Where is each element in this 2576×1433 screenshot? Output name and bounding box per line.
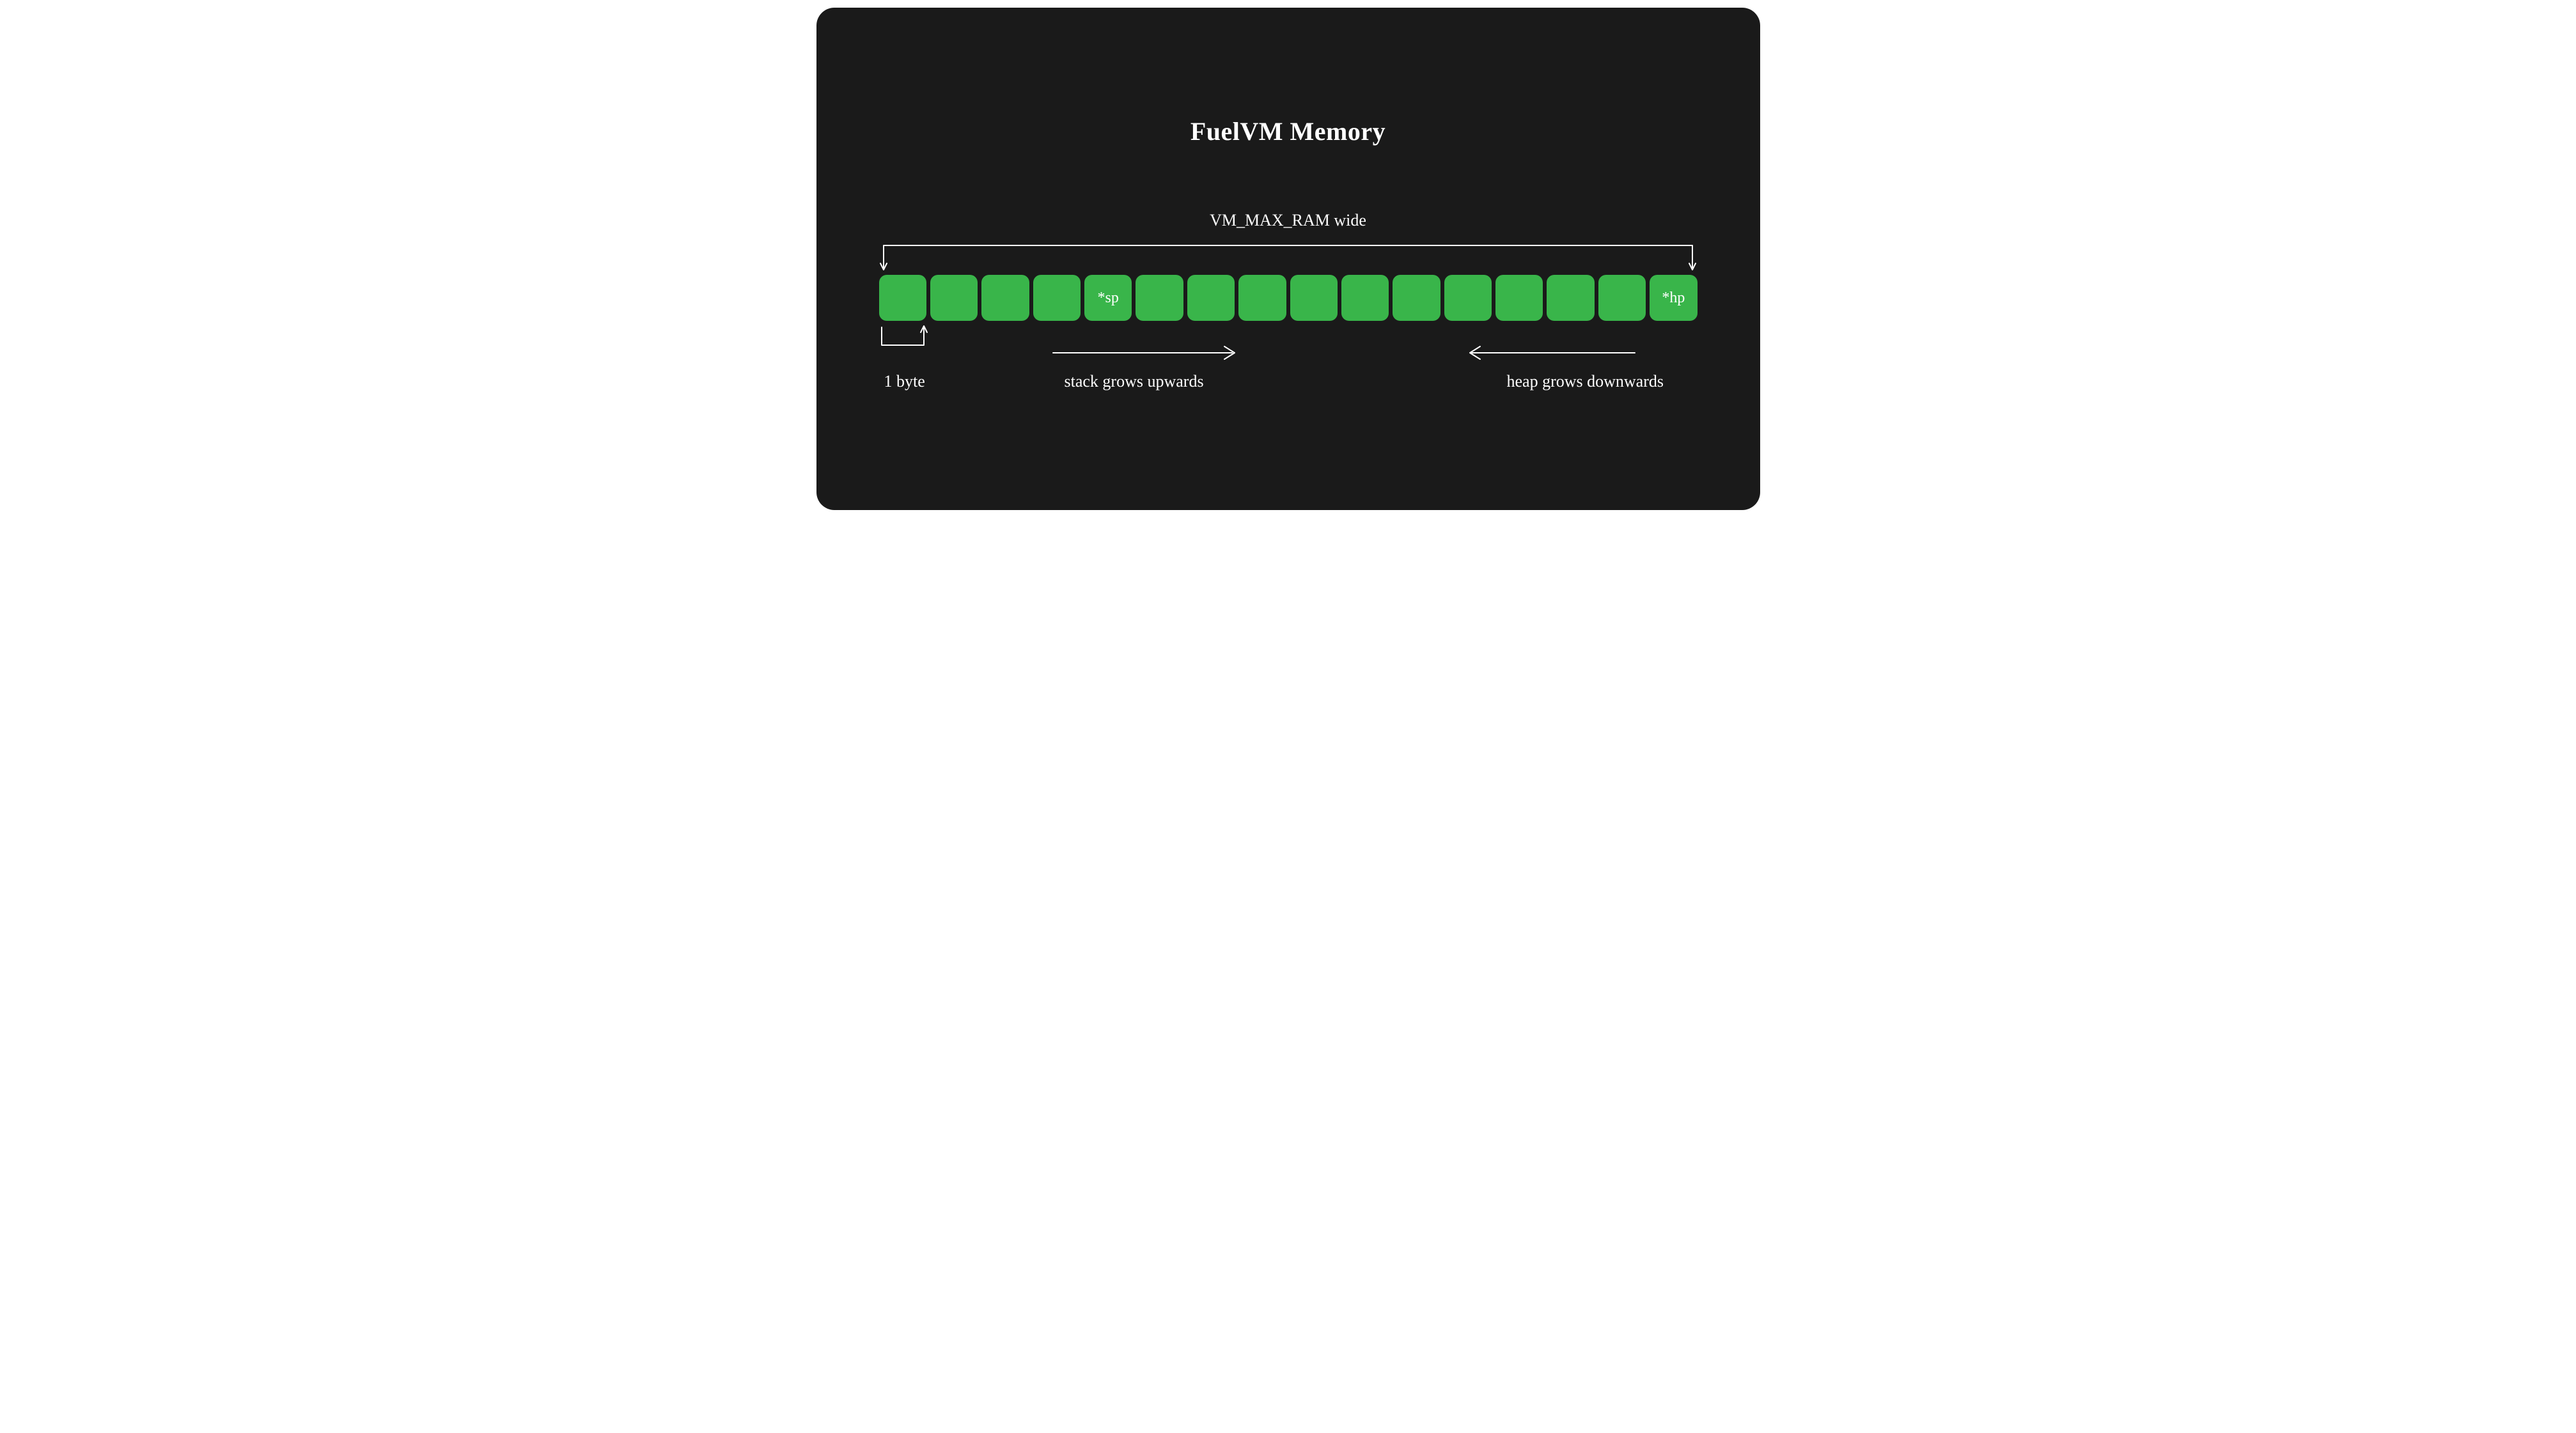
memory-cell [1598, 275, 1646, 321]
sp-pointer-label: *sp [1098, 290, 1119, 307]
one-byte-bracket [882, 327, 924, 345]
memory-cell [1341, 275, 1389, 321]
memory-cell [1393, 275, 1440, 321]
memory-cell [1033, 275, 1081, 321]
memory-cell [1444, 275, 1492, 321]
one-byte-bracket-head [921, 326, 927, 332]
hp-pointer-label: *hp [1662, 290, 1685, 307]
top-bracket-left-head [880, 263, 887, 270]
heap-direction-label: heap grows downwards [1507, 372, 1664, 391]
memory-cell [1290, 275, 1338, 321]
memory-cells-row: *sp *hp [879, 275, 1698, 321]
memory-cell [1547, 275, 1594, 321]
memory-cell: *sp [1084, 275, 1132, 321]
arrows-overlay [816, 8, 1760, 510]
diagram-canvas: FuelVM Memory VM_MAX_RAM wide *sp *hp 1 b… [816, 8, 1760, 510]
memory-cell [879, 275, 926, 321]
memory-cell [1136, 275, 1183, 321]
stack-arrow-head [1224, 346, 1235, 359]
memory-cell [981, 275, 1029, 321]
top-bracket-right-head [1689, 263, 1696, 270]
memory-cell [930, 275, 978, 321]
memory-cell [1187, 275, 1235, 321]
heap-arrow-head [1470, 346, 1480, 359]
top-width-label: VM_MAX_RAM wide [816, 211, 1760, 230]
one-byte-label: 1 byte [884, 372, 925, 391]
memory-cell [1238, 275, 1286, 321]
memory-cell [1495, 275, 1543, 321]
diagram-title: FuelVM Memory [816, 116, 1760, 146]
memory-cell: *hp [1650, 275, 1697, 321]
stack-direction-label: stack grows upwards [1065, 372, 1204, 391]
top-bracket-arrow [884, 245, 1692, 268]
